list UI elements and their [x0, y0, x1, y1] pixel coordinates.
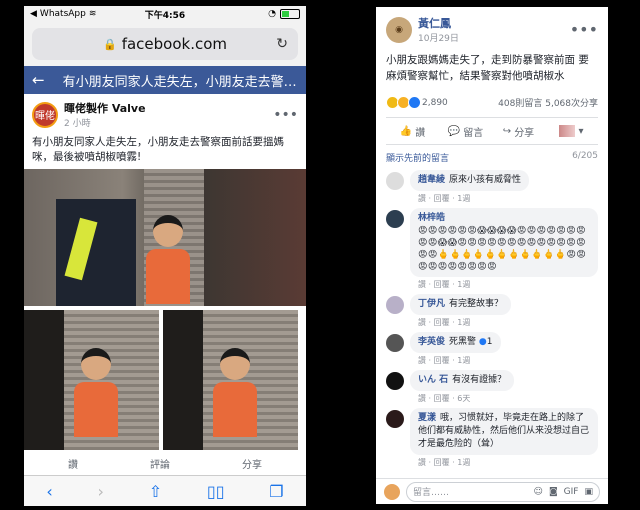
- like-button[interactable]: 讚: [68, 456, 78, 471]
- more-options-icon[interactable]: •••: [570, 20, 598, 39]
- comment-input[interactable]: 留言…… ☺ ◙ GIF ▣: [406, 481, 600, 502]
- like-icon: [408, 96, 421, 109]
- carrier-label: WhatsApp: [39, 9, 86, 19]
- comment-text: 有完整故事？: [449, 299, 504, 309]
- post-time: 2 小時: [64, 119, 91, 129]
- reload-icon[interactable]: ↻: [276, 36, 288, 52]
- facebook-post-panel: ◉ 黃仁鳳 10月29日 ••• 小朋友跟媽媽走失了，走到防暴警察前面 要麻煩警…: [376, 7, 608, 504]
- share-count[interactable]: 5,068次分享: [545, 99, 598, 109]
- commenter-avatar[interactable]: [386, 296, 404, 314]
- comment-text: 原來小孩有威脅性: [449, 175, 522, 185]
- share-arrow-icon: ↪: [502, 125, 512, 137]
- view-previous-comments[interactable]: 顯示先前的留言: [386, 151, 449, 164]
- commenter-avatar[interactable]: [386, 172, 404, 190]
- status-time: 下午4:56: [144, 10, 186, 21]
- my-avatar: [384, 483, 400, 500]
- comment-input-bar: 留言…… ☺ ◙ GIF ▣: [376, 478, 608, 504]
- comment: 丁伊凡 有完整故事？ 讚 · 回覆 · 1週: [376, 294, 608, 328]
- wifi-icon: ≋: [88, 9, 97, 19]
- back-to-app-icon[interactable]: ◀: [30, 9, 37, 19]
- author-avatar[interactable]: 暉佬: [32, 101, 58, 128]
- back-icon[interactable]: ‹: [46, 482, 52, 501]
- comment-placeholder: 留言……: [413, 488, 450, 498]
- comment-text: 死黑警: [449, 337, 477, 347]
- back-arrow-icon[interactable]: ←: [32, 71, 45, 89]
- facebook-header: ← 有小朋友同家人走失左，小朋友走去警察...: [24, 66, 306, 94]
- like-button[interactable]: 👍 讚: [386, 124, 439, 139]
- post-photo-main[interactable]: [24, 169, 306, 306]
- like-badge-icon: ●: [478, 337, 487, 347]
- thumbs-up-icon: 👍: [399, 125, 413, 137]
- comment: 李英俊 死黑警 ●1 讚 · 回覆 · 1週: [376, 332, 608, 366]
- bookmarks-icon[interactable]: ▯▯: [207, 482, 225, 501]
- post: 暉佬 暉佬製作 Valve 2 小時 ••• 有小朋友同家人走失左，小朋友走去警…: [24, 94, 306, 477]
- comment-text: 有沒有證據？: [452, 375, 507, 385]
- gif-icon[interactable]: GIF: [564, 487, 579, 497]
- comment-icon: 💬: [447, 125, 461, 137]
- more-options-icon[interactable]: •••: [273, 107, 298, 123]
- url-text: facebook.com: [121, 35, 228, 53]
- commenter-name[interactable]: 李英俊: [418, 337, 445, 347]
- post-photo-2[interactable]: [24, 310, 159, 450]
- address-bar[interactable]: 🔒 facebook.com ↻: [32, 28, 298, 60]
- commenter-name[interactable]: 林梓皓: [418, 213, 445, 223]
- comment: 林梓皓 😡😡😡😡😡😡😱😱😱😱😡😡😡😡😡😡😡😡😡😱😱😡😡😡😡😡😡😡😡😡😡😡😡😡😡😡🖕…: [376, 208, 608, 290]
- post-text: 小朋友跟媽媽走失了，走到防暴警察前面 要麻煩警察幫忙，結果警察對他噴胡椒水: [386, 54, 589, 82]
- reaction-count[interactable]: 2,890: [422, 98, 448, 108]
- sticker-icon[interactable]: ▣: [584, 487, 593, 497]
- audience-selector[interactable]: ▾: [545, 125, 598, 137]
- author-avatar[interactable]: ◉: [386, 16, 412, 43]
- share-button[interactable]: 分享: [242, 456, 262, 471]
- commenter-name[interactable]: いん 石: [418, 375, 448, 385]
- author-name[interactable]: 暉佬製作 Valve: [64, 100, 146, 116]
- commenter-name[interactable]: 夏漾: [418, 413, 436, 423]
- phone-screenshot: ◀ WhatsApp ≋ 下午4:56 ◔ 🔒 facebook.com ↻ ←…: [24, 6, 306, 506]
- status-bar: ◀ WhatsApp ≋ 下午4:56 ◔: [24, 6, 306, 22]
- share-button[interactable]: ↪ 分享: [492, 124, 545, 139]
- child-figure: [146, 215, 190, 306]
- author-name[interactable]: 黃仁鳳: [418, 15, 459, 31]
- comment: いん 石有沒有證據？ 讚 · 回覆 · 6天: [376, 370, 608, 404]
- comment: 趙韋綾 原來小孩有威脅性 讚 · 回覆 · 1週: [376, 170, 608, 204]
- commenter-avatar[interactable]: [386, 410, 404, 428]
- post-actions: 👍 讚 💬 留言 ↪ 分享 ▾: [386, 117, 598, 145]
- dropdown-icon: ▾: [578, 125, 584, 137]
- post-text: 有小朋友同家人走失左，小朋友走去警察面前話要搵媽咪，最後被噴胡椒噴霧!: [32, 136, 284, 163]
- battery-icon: [280, 9, 300, 19]
- post-stats: 2,890 408則留言 5,068次分享: [376, 92, 608, 113]
- comment-text: 😡😡😡😡😡😡😱😱😱😱😡😡😡😡😡😡😡😡😡😱😱😡😡😡😡😡😡😡😡😡😡😡😡😡😡😡🖕🖕🖕🖕…: [418, 226, 587, 272]
- comment-meta[interactable]: 讚 · 回覆 · 1週: [410, 353, 501, 366]
- officer-figure: [56, 199, 136, 306]
- comment-meta[interactable]: 讚 · 回覆 · 1週: [410, 455, 598, 468]
- commenter-name[interactable]: 趙韋綾: [418, 175, 445, 185]
- post-actions: 讚 評論 分享: [32, 456, 298, 471]
- post-photo-3[interactable]: [163, 310, 298, 450]
- safari-toolbar: ‹ › ⇧ ▯▯ ❐: [24, 475, 306, 506]
- alarm-icon: ◔: [268, 9, 276, 19]
- comment-count[interactable]: 408則留言: [498, 99, 542, 109]
- commenter-name[interactable]: 丁伊凡: [418, 299, 445, 309]
- comment-like-count: 1: [486, 337, 493, 347]
- tabs-icon[interactable]: ❐: [269, 482, 283, 501]
- comment-button[interactable]: 評論: [150, 456, 170, 471]
- commenter-avatar[interactable]: [386, 334, 404, 352]
- header-title: 有小朋友同家人走失左，小朋友走去警察...: [62, 74, 298, 90]
- comment-meta[interactable]: 讚 · 回覆 · 1週: [410, 315, 511, 328]
- forward-icon[interactable]: ›: [98, 482, 104, 501]
- comment-meta[interactable]: 讚 · 回覆 · 1週: [410, 191, 529, 204]
- lock-icon: 🔒: [102, 37, 117, 51]
- reaction-icons[interactable]: [386, 96, 421, 109]
- camera-icon[interactable]: ◙: [549, 487, 558, 497]
- comment-button[interactable]: 💬 留言: [439, 124, 492, 139]
- commenter-avatar[interactable]: [386, 210, 404, 228]
- share-icon[interactable]: ⇧: [149, 482, 162, 501]
- comment-meta[interactable]: 讚 · 回覆 · 1週: [410, 277, 598, 290]
- comment-meta[interactable]: 讚 · 回覆 · 6天: [410, 391, 514, 404]
- emoji-icon[interactable]: ☺: [534, 487, 543, 497]
- comment-progress: 6/205: [572, 151, 598, 161]
- post-date: 10月29日: [418, 34, 459, 44]
- comment-text: 哦，习惯就好，毕竟走在路上的除了他们都有威胁性，然后他们从来没想过自己才是最危险…: [418, 413, 590, 449]
- commenter-avatar[interactable]: [386, 372, 404, 390]
- comment: 夏漾 哦，习惯就好，毕竟走在路上的除了他们都有威胁性，然后他们从来没想过自己才是最…: [376, 408, 608, 468]
